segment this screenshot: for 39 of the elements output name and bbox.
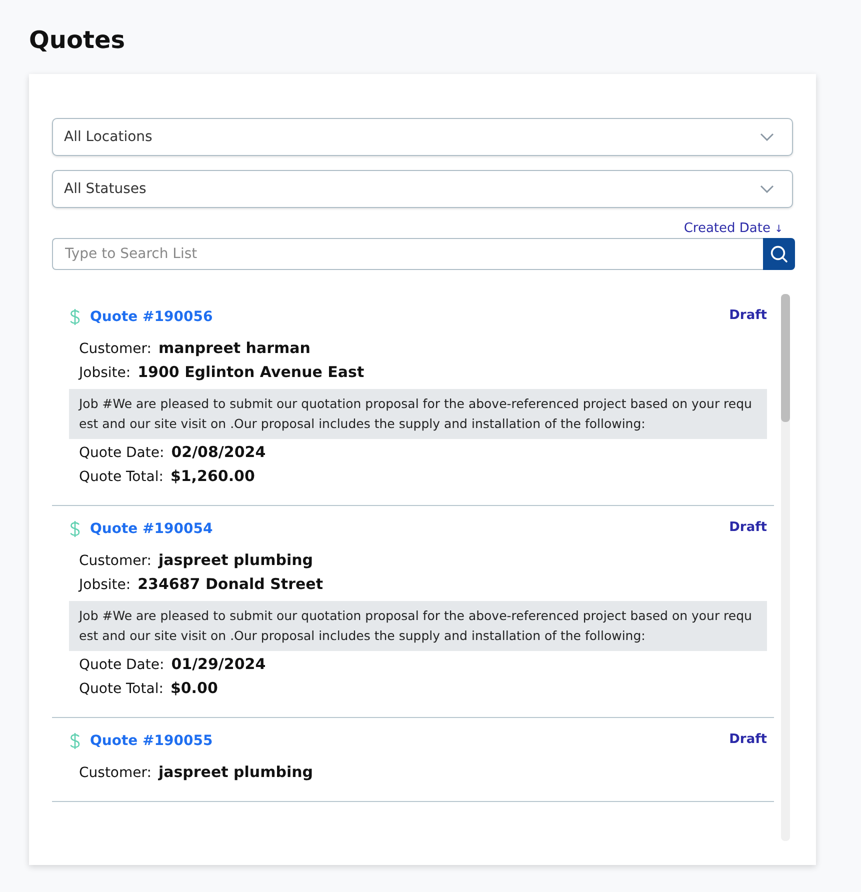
dropdown[interactable]: All Statuses <box>52 170 793 208</box>
field-label: Customer: <box>79 341 152 357</box>
field-label: Jobsite: <box>79 365 131 381</box>
dropdown[interactable]: All Locations <box>52 118 793 156</box>
scrollbar-thumb[interactable] <box>781 294 790 422</box>
quote-link[interactable]: Quote #190054 <box>90 521 213 537</box>
field-value: 234687 Donald Street <box>138 575 323 593</box>
field-label: Quote Total: <box>79 469 164 485</box>
dollar-icon <box>69 732 81 750</box>
chevron-icon <box>760 133 774 141</box>
status-label: Draft <box>729 520 767 535</box>
field-value: $1,260.00 <box>170 467 255 485</box>
field-value: $0.00 <box>170 679 218 697</box>
field-label: Jobsite: <box>79 577 131 593</box>
field-label: Customer: <box>79 553 152 569</box>
quote-description: Job #We are pleased to submit our quotation proposal for the above-referenced project based on your request and our site visit on .Our proposal includes the supply and installation of the following: <box>69 601 767 651</box>
field-value: jaspreet plumbing <box>158 551 314 569</box>
field-value: 1900 Eglinton Avenue East <box>138 363 364 381</box>
page-title: Quotes <box>29 25 126 56</box>
status-label: Draft <box>729 308 767 323</box>
field-value: 01/29/2024 <box>171 655 266 673</box>
chevron-icon <box>760 185 774 193</box>
quote-description: Job #We are pleased to submit our quotation proposal for the above-referenced project based on your request and our site visit on .Our proposal includes the supply and installation of the following: <box>69 389 767 439</box>
search-field[interactable]: Type to Search List <box>52 238 763 270</box>
field-value: manpreet harman <box>158 339 310 357</box>
field-label: Customer: <box>79 765 152 781</box>
field-label: Quote Date: <box>79 445 164 461</box>
search-button[interactable] <box>763 238 795 270</box>
search-icon <box>770 245 788 263</box>
dollar-icon <box>69 520 81 538</box>
field-value: 02/08/2024 <box>171 443 266 461</box>
field-label: Quote Total: <box>79 681 164 697</box>
dollar-icon <box>69 308 81 326</box>
field-label: Quote Date: <box>79 657 164 673</box>
quote-link[interactable]: Quote #190056 <box>90 309 213 325</box>
sort-link[interactable]: Created Date ↓ <box>684 218 793 238</box>
status-label: Draft <box>729 732 767 747</box>
quote-link[interactable]: Quote #190055 <box>90 733 213 749</box>
field-value: jaspreet plumbing <box>158 763 314 781</box>
